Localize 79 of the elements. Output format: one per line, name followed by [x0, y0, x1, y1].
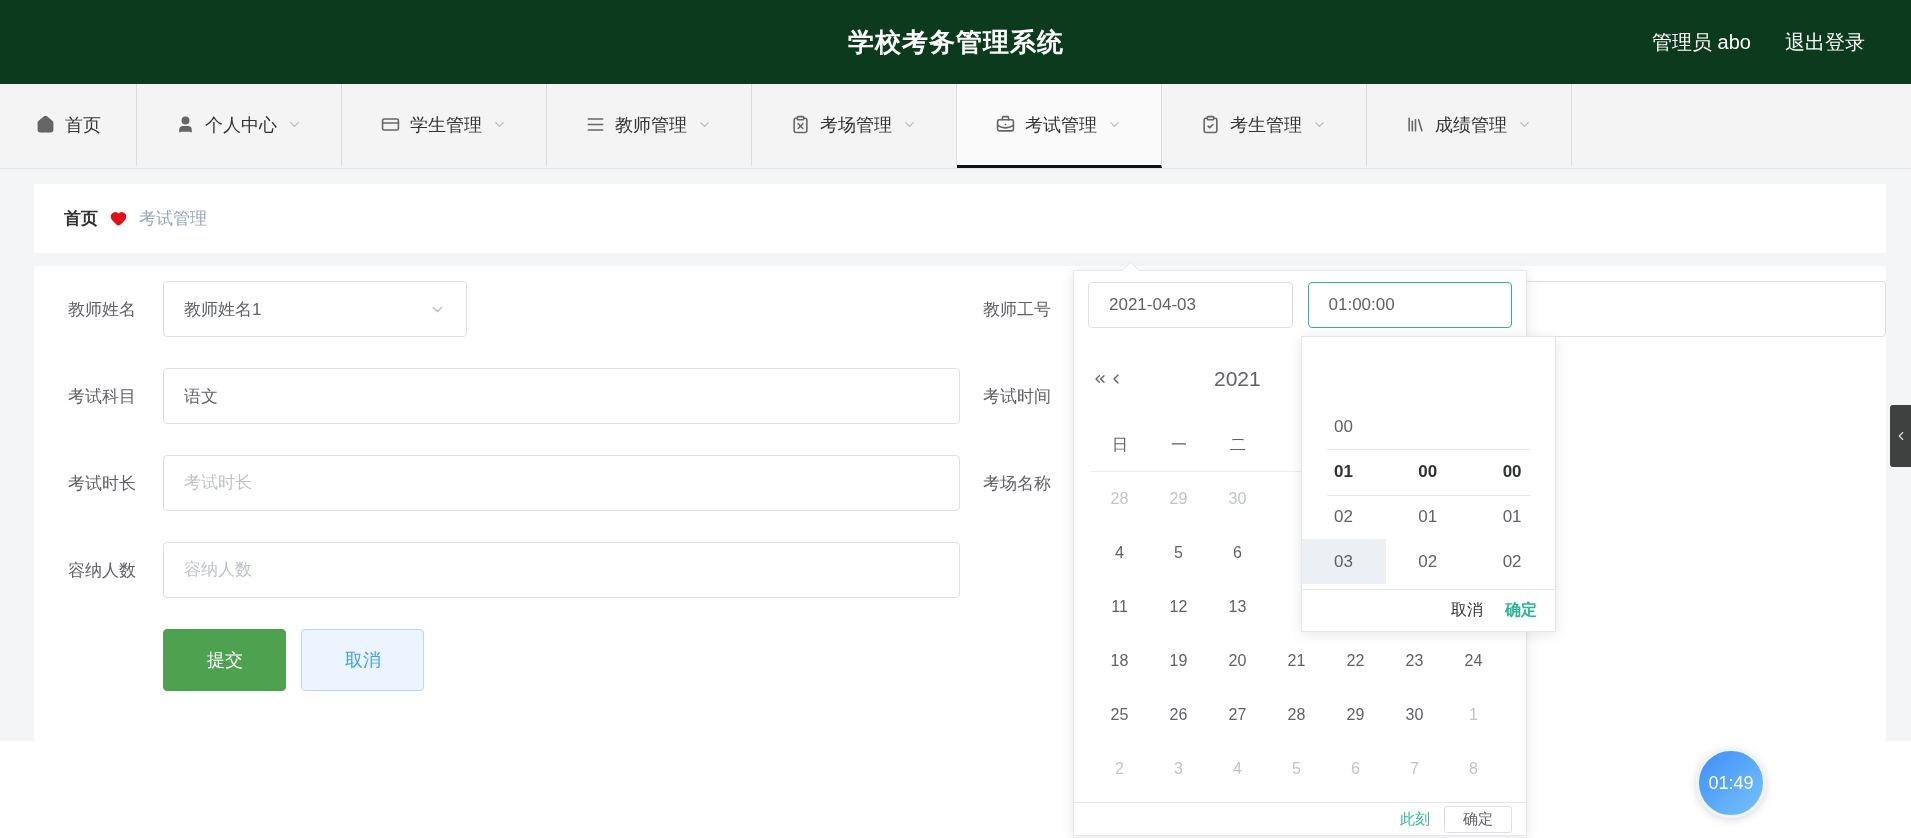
card-icon [381, 115, 400, 134]
nav-tab[interactable]: 考生管理 [1162, 84, 1367, 168]
calendar-day[interactable]: 11 [1090, 580, 1149, 634]
weekday-label: 二 [1208, 419, 1267, 472]
field-label: 教师姓名 [68, 298, 137, 321]
clipboard-icon [791, 115, 810, 134]
calendar-day[interactable]: 25 [1090, 688, 1149, 742]
time-option[interactable]: 01 [1386, 494, 1471, 539]
calendar-year[interactable]: 2021 [1214, 367, 1261, 391]
books-icon [1406, 115, 1425, 134]
calendar-day[interactable]: 24 [1444, 634, 1503, 688]
time-cancel-button[interactable]: 取消 [1451, 600, 1483, 621]
select-value: 教师姓名1 [184, 298, 262, 321]
calendar-day[interactable]: 21 [1267, 634, 1326, 688]
calendar-day[interactable]: 29 [1326, 688, 1385, 742]
nav-tab-label: 考场管理 [820, 113, 892, 137]
calendar-day[interactable]: 5 [1149, 526, 1208, 580]
timer-badge: 01:49 [1696, 748, 1766, 818]
time-option[interactable]: 01 [1470, 494, 1555, 539]
select-field[interactable]: 教师姓名1 [163, 281, 467, 337]
nav-tab[interactable]: 成绩管理 [1367, 84, 1572, 168]
time-option[interactable]: 00 [1386, 449, 1471, 494]
date-input[interactable]: 2021-04-03 [1088, 282, 1293, 328]
nav-tab-label: 考生管理 [1230, 113, 1302, 137]
logout-link[interactable]: 退出登录 [1785, 28, 1865, 56]
nav-tab-label: 首页 [64, 113, 101, 137]
calendar-day[interactable]: 18 [1090, 634, 1149, 688]
calendar-day[interactable]: 22 [1326, 634, 1385, 688]
time-option[interactable]: 02 [1386, 539, 1471, 584]
calendar-day[interactable]: 23 [1385, 634, 1444, 688]
field-label: 考场名称 [983, 472, 1052, 495]
time-option[interactable]: 02 [1302, 494, 1387, 539]
confirm-button[interactable]: 确定 [1444, 806, 1512, 833]
time-option[interactable]: 03 [1302, 539, 1387, 584]
nav-tab[interactable]: 个人中心 [137, 84, 342, 168]
field-label: 考试时长 [68, 472, 137, 495]
field-label: 考试科目 [68, 385, 137, 408]
calendar-day[interactable]: 28 [1267, 688, 1326, 742]
input-field[interactable]: 语文 [163, 368, 960, 424]
home-icon [35, 115, 55, 134]
calendar-day[interactable]: 27 [1208, 688, 1267, 742]
breadcrumb-current: 考试管理 [139, 208, 207, 230]
input-field[interactable]: 考试时长 [163, 455, 960, 511]
nav-tab[interactable]: 教师管理 [547, 84, 752, 168]
nav-tab[interactable]: 学生管理 [342, 84, 547, 168]
calendar-day[interactable]: 6 [1208, 526, 1267, 580]
field-label: 教师工号 [983, 298, 1052, 321]
app-title: 学校考务管理系统 [847, 25, 1064, 59]
nav-tab-label: 考试管理 [1025, 113, 1097, 137]
calendar-day[interactable]: 26 [1149, 688, 1208, 742]
briefcase-icon [996, 115, 1015, 134]
nav-tab[interactable]: 考试管理 [957, 84, 1162, 168]
calendar-day[interactable]: 19 [1149, 634, 1208, 688]
lines-icon [586, 115, 605, 134]
nav-tab[interactable]: 首页 [0, 84, 137, 168]
nav-tab-label: 个人中心 [205, 113, 277, 137]
user-icon [176, 115, 195, 134]
calendar-day[interactable]: 4 [1090, 526, 1149, 580]
clipboard-check-icon [1201, 115, 1220, 134]
time-option[interactable]: 00 [1302, 404, 1387, 449]
field-label: 容纳人数 [68, 559, 137, 582]
time-option[interactable]: 01 [1302, 449, 1387, 494]
calendar-day[interactable]: 30 [1385, 688, 1444, 742]
user-name: 管理员 abo [1652, 29, 1751, 55]
calendar-day[interactable]: 20 [1208, 634, 1267, 688]
calendar-day[interactable]: 13 [1208, 580, 1267, 634]
time-option[interactable]: 00 [1470, 449, 1555, 494]
input-field[interactable]: 容纳人数 [163, 542, 960, 598]
breadcrumb-home[interactable]: 首页 [64, 207, 98, 230]
time-option[interactable]: 02 [1470, 539, 1555, 584]
nav-tab-label: 学生管理 [410, 113, 482, 137]
nav-tab-label: 成绩管理 [1435, 113, 1507, 137]
calendar-day[interactable]: 12 [1149, 580, 1208, 634]
weekday-label: 日 [1090, 419, 1149, 472]
time-input[interactable]: 01:00:00 [1307, 282, 1512, 328]
weekday-label: 一 [1149, 419, 1208, 472]
heart-icon [110, 210, 127, 227]
nav-tab-label: 教师管理 [615, 113, 687, 137]
field-label: 考试时间 [983, 385, 1052, 408]
